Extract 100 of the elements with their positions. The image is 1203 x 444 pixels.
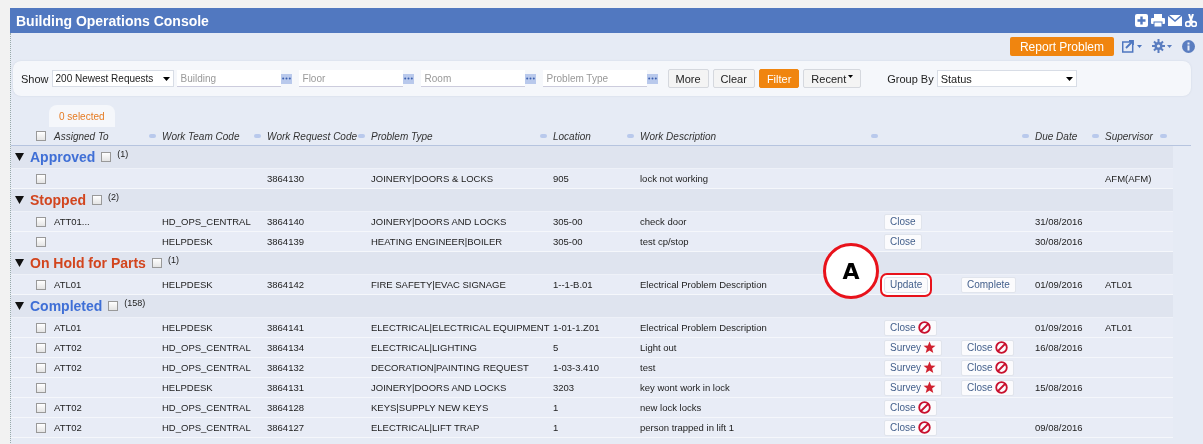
row-checkbox[interactable] [36,236,46,247]
table-cell: 1--1-B.01 [553,279,593,290]
row-checkbox[interactable] [36,362,46,373]
row-action-button[interactable]: Close [884,233,922,250]
select-all-checkbox[interactable] [36,131,46,141]
expand-caret-icon[interactable] [15,259,24,267]
table-cell: HEATING ENGINEER|BOILER [371,236,503,247]
table-cell: 3864139 [267,236,304,247]
expand-caret-icon[interactable] [15,302,24,310]
group-checkbox[interactable] [92,195,102,205]
table-cell: ATT02 [54,422,82,433]
filter-field[interactable]: Room [420,70,525,87]
group-checkbox[interactable] [151,258,162,268]
column-header[interactable]: Due Date [1035,130,1078,142]
row-action-button[interactable]: Close [884,213,922,230]
column-handle-icon[interactable] [871,134,878,138]
table-cell: 1 [553,402,559,413]
column-handle-icon[interactable] [149,134,156,138]
ban-icon [994,381,1008,394]
table-cell: JOINERY|DOORS & LOCKS [371,173,494,184]
row-action-button[interactable]: Close [961,339,1014,356]
filter-field[interactable]: Building [176,70,281,87]
column-handle-icon[interactable] [540,134,547,138]
group-checkbox[interactable] [101,152,112,162]
table-row[interactable]: ATT02 HD_OPS_CENTRAL 3864132 DECORATION|PAINTING REQUEST 1-03-3.410 test Survey Close [11,358,1173,378]
filter-bar-button[interactable]: Recent [803,69,862,88]
table-row[interactable]: HELPDESK 3864131 JOINERY|DOORS AND LOCKS 3203 key wont work in lock Survey Close 15/08/2016 [11,378,1173,398]
row-checkbox[interactable] [36,216,46,227]
row-checkbox[interactable] [36,322,46,333]
row-action-button[interactable]: Survey [884,339,943,356]
row-action-button[interactable]: Survey [884,379,943,396]
row-checkbox[interactable] [36,422,46,433]
filter-bar-button[interactable]: More [667,69,709,88]
table-row[interactable]: ATT02 HD_OPS_CENTRAL 3864127 ELECTRICAL|LIFT TRAP 1 person trapped in lift 1 Close 09/08/2016 [11,418,1173,438]
row-action-button[interactable]: Complete [961,276,1016,293]
mail-icon[interactable] [1168,15,1182,26]
window-title: Building Operations Console [16,12,209,29]
column-header[interactable]: Work Request Code [267,130,358,142]
table-row[interactable]: ATT02 HD_OPS_CENTRAL 3864128 KEYS|SUPPLY NEW KEYS 1 new lock locks Close [11,398,1173,418]
column-handle-icon[interactable] [1160,134,1167,138]
table-cell: ATL01 [1105,322,1133,333]
column-header[interactable]: Problem Type [371,130,433,142]
table-cell: JOINERY|DOORS AND LOCKS [371,382,507,393]
row-checkbox[interactable] [36,382,46,393]
column-header[interactable]: Work Description [640,130,717,142]
filter-field[interactable]: Problem Type [542,70,647,87]
browse-button[interactable] [646,73,658,84]
column-header[interactable]: Location [553,130,591,142]
browse-button[interactable] [280,73,292,84]
column-handle-icon[interactable] [1022,134,1029,138]
show-dropdown[interactable]: 200 Newest Requests [51,70,174,87]
filter-field[interactable]: Floor [298,70,403,87]
table-cell: ATL01 [54,322,82,333]
column-handle-icon[interactable] [358,134,365,138]
table-row[interactable]: ATL01 HELPDESK 3864141 ELECTRICAL|ELECTRICAL EQUIPMENT 1-01-1.Z01 Electrical Problem Description Close 01/09/2016 ATL01 [11,318,1173,338]
group-count: (158) [124,298,146,308]
column-header[interactable]: Assigned To [54,130,109,142]
row-action-button[interactable]: Close [884,399,937,416]
table-cell: 09/08/2016 [1035,422,1083,433]
row-action-button[interactable]: Survey [884,359,943,376]
column-handle-icon[interactable] [254,134,261,138]
scissors-icon[interactable] [1185,14,1197,27]
table-cell: 01/09/2016 [1035,279,1083,290]
column-handle-icon[interactable] [627,134,634,138]
group-title: Completed [30,298,103,314]
table-cell: ATL01 [54,279,82,290]
expand-caret-icon[interactable] [15,196,24,204]
settings-menu[interactable] [1152,39,1174,53]
table-cell: 3864140 [267,216,304,227]
row-action-button[interactable]: Close [961,379,1014,396]
add-icon[interactable] [1135,14,1148,27]
row-action-button[interactable]: Close [961,359,1014,376]
row-action-button[interactable]: Close [884,319,937,336]
column-handle-icon[interactable] [1092,134,1099,138]
column-header[interactable]: Supervisor [1105,130,1153,142]
info-icon[interactable] [1182,39,1195,53]
row-checkbox[interactable] [36,342,46,353]
table-cell: ATT02 [54,342,82,353]
column-header[interactable]: Work Team Code [162,130,240,142]
browse-button[interactable] [524,73,536,84]
table-row[interactable]: HELPDESK 3864139 HEATING ENGINEER|BOILER 305-00 test cp/stop Close 30/08/2016 [11,232,1173,252]
group-count: (1) [167,255,179,265]
group-by-dropdown[interactable]: Status [936,70,1077,87]
export-menu[interactable] [1122,39,1144,53]
table-row[interactable]: ATT01... HD_OPS_CENTRAL 3864140 JOINERY|DOORS AND LOCKS 305-00 check door Close 31/08/2016 [11,212,1173,232]
table-cell: 15/08/2016 [1035,382,1083,393]
row-checkbox[interactable] [36,173,46,184]
filter-bar-button[interactable]: Clear [712,69,755,88]
browse-button[interactable] [402,73,414,84]
expand-caret-icon[interactable] [15,153,24,161]
table-row[interactable]: ATT02 HD_OPS_CENTRAL 3864134 ELECTRICAL|LIGHTING 5 Light out Survey Close 16/08/2016 [11,338,1173,358]
table-cell: 1-01-1.Z01 [553,322,600,333]
row-action-button[interactable]: Close [884,419,937,436]
group-checkbox[interactable] [108,301,119,311]
table-cell: FIRE SAFETY|EVAC SIGNAGE [371,279,506,290]
table-cell: ATT02 [54,362,82,373]
row-checkbox[interactable] [36,279,46,290]
table-cell: ATL01 [1105,279,1133,290]
print-icon[interactable] [1151,14,1165,27]
row-checkbox[interactable] [36,402,46,413]
